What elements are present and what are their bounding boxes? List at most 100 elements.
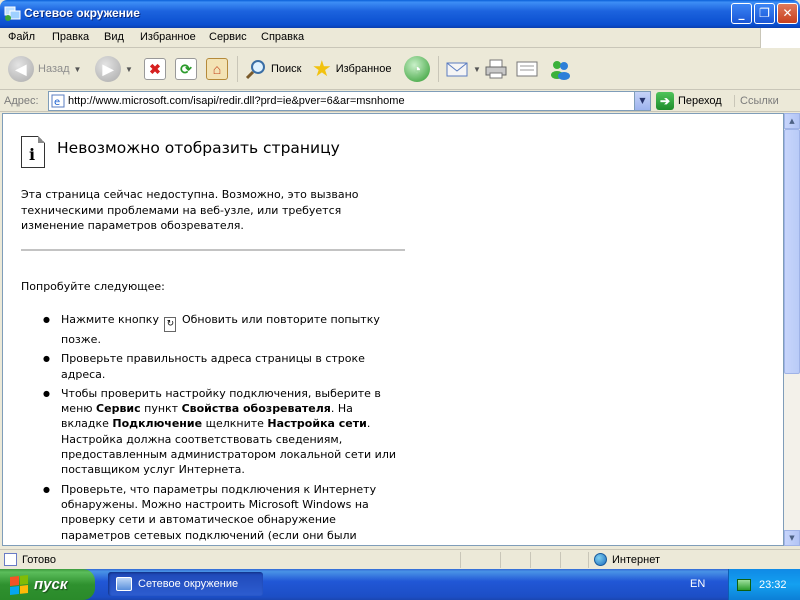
window-title: Сетевое окружение — [24, 6, 140, 20]
chevron-down-icon[interactable]: ▼ — [473, 65, 481, 74]
stop-icon: ✖ — [144, 58, 166, 80]
back-button[interactable]: ◀ Назад ▼ — [8, 54, 81, 84]
menu-tools[interactable]: Сервис — [209, 31, 247, 43]
maximize-button[interactable]: ❐ — [754, 3, 775, 24]
refresh-button[interactable]: ⟳ — [175, 54, 197, 84]
search-icon — [245, 60, 265, 80]
text: пункт — [144, 402, 179, 416]
back-label: Назад — [38, 63, 70, 75]
star-icon: ★ — [312, 56, 332, 81]
zone-label: Интернет — [612, 553, 660, 566]
svg-text:e: e — [54, 97, 60, 108]
history-button[interactable]: ◔ — [404, 54, 430, 84]
security-zone: Интернет — [594, 553, 660, 566]
page-title: Невозможно отобразить страницу — [57, 139, 340, 157]
list-item: Чтобы проверить настройку подключения, в… — [43, 386, 399, 478]
text: Нажмите кнопку — [61, 313, 159, 326]
bold-text: Настройка сети — [267, 417, 367, 431]
messenger-button[interactable] — [548, 54, 572, 84]
divider — [530, 552, 531, 568]
chevron-down-icon[interactable]: ▼ — [634, 92, 650, 110]
network-places-icon — [4, 6, 21, 21]
status-bar: Готово Интернет — [0, 549, 800, 569]
language-indicator[interactable]: EN — [690, 578, 705, 590]
toolbar: ◀ Назад ▼ ▶ ▼ ✖ ⟳ ⌂ Поиск ★ Избранное ◔ … — [0, 48, 800, 90]
windows-flag-icon — [10, 574, 28, 595]
favorites-button[interactable]: ★ Избранное — [312, 54, 391, 84]
search-label: Поиск — [271, 63, 302, 75]
start-label: пуск — [34, 576, 68, 593]
menu-view[interactable]: Вид — [104, 31, 124, 43]
scroll-thumb[interactable] — [784, 129, 800, 374]
divider — [560, 552, 561, 568]
menu-help[interactable]: Справка — [261, 31, 304, 43]
list-item: Проверьте правильность адреса страницы в… — [43, 351, 399, 382]
intro-text: Эта страница сейчас недоступна. Возможно… — [21, 188, 359, 232]
search-button[interactable]: Поиск — [245, 54, 301, 84]
printer-icon — [485, 59, 507, 79]
ie-page-icon: e — [51, 94, 65, 108]
divider — [500, 552, 501, 568]
menu-bar: Файл Правка Вид Избранное Сервис Справка — [0, 28, 760, 48]
web-page-content: i Невозможно отобразить страницу Эта стр… — [2, 113, 784, 546]
go-button[interactable]: ➔ Переход — [656, 92, 722, 110]
print-button[interactable] — [484, 54, 508, 84]
forward-button[interactable]: ▶ ▼ — [95, 54, 133, 84]
refresh-icon: ⟳ — [175, 58, 197, 80]
chevron-down-icon[interactable]: ▼ — [74, 65, 82, 74]
forward-arrow-icon: ▶ — [95, 56, 121, 82]
taskbar-window-button[interactable]: Сетевое окружение — [108, 572, 263, 596]
menu-favorites[interactable]: Избранное — [140, 31, 196, 43]
divider — [21, 249, 405, 251]
list-item: Нажмите кнопку ↻ Обновить или повторите … — [43, 312, 399, 347]
globe-icon — [594, 553, 607, 566]
address-label: Адрес: — [4, 95, 39, 107]
edit-page-icon — [516, 61, 538, 77]
vertical-scrollbar[interactable]: ▲ ▼ — [784, 113, 800, 546]
links-button[interactable]: Ссылки — [734, 95, 779, 107]
menu-file[interactable]: Файл — [8, 31, 35, 43]
title-bar[interactable]: Сетевое окружение _ ❐ ✕ — [0, 0, 800, 28]
home-button[interactable]: ⌂ — [206, 54, 228, 84]
minimize-button[interactable]: _ — [731, 3, 752, 24]
mail-button[interactable]: ▼ — [445, 54, 481, 84]
go-label: Переход — [678, 95, 722, 107]
menu-edit[interactable]: Правка — [52, 31, 89, 43]
network-connection-icon[interactable] — [737, 578, 751, 591]
network-places-icon — [116, 577, 132, 591]
scroll-down-icon[interactable]: ▼ — [784, 530, 800, 546]
list-item: Проверьте, что параметры подключения к И… — [43, 482, 399, 545]
chevron-down-icon[interactable]: ▼ — [125, 65, 133, 74]
divider — [588, 552, 589, 568]
taskbar: пуск Сетевое окружение EN 23:32 — [0, 569, 800, 600]
try-label: Попробуйте следующее: — [21, 280, 165, 293]
status-text: Готово — [4, 553, 56, 566]
stop-button[interactable]: ✖ — [144, 54, 166, 84]
mail-icon — [446, 62, 468, 77]
divider — [460, 552, 461, 568]
info-icon: i — [21, 136, 45, 168]
back-arrow-icon: ◀ — [8, 56, 34, 82]
system-tray: 23:32 — [728, 569, 800, 600]
page-icon — [4, 553, 17, 566]
windows-logo-throbber — [760, 28, 800, 48]
history-icon: ◔ — [404, 56, 430, 82]
status-label: Готово — [22, 553, 56, 566]
refresh-icon: ↻ — [164, 317, 177, 332]
clock[interactable]: 23:32 — [759, 579, 787, 591]
bold-text: Подключение — [112, 417, 203, 431]
home-icon: ⌂ — [206, 58, 228, 80]
toolbar-separator — [237, 56, 238, 82]
scroll-up-icon[interactable]: ▲ — [784, 113, 800, 129]
bold-text: Сервис — [96, 402, 141, 416]
address-field[interactable]: e ▼ — [48, 91, 651, 111]
close-button[interactable]: ✕ — [777, 3, 798, 24]
start-button[interactable]: пуск — [0, 569, 95, 600]
bold-text: Свойства обозревателя — [181, 402, 331, 416]
favorites-label: Избранное — [335, 63, 392, 75]
edit-button[interactable] — [515, 54, 539, 84]
task-label: Сетевое окружение — [138, 578, 239, 590]
address-input[interactable] — [68, 93, 632, 109]
messenger-icon — [551, 61, 570, 80]
suggestion-list: Нажмите кнопку ↻ Обновить или повторите … — [43, 312, 399, 545]
